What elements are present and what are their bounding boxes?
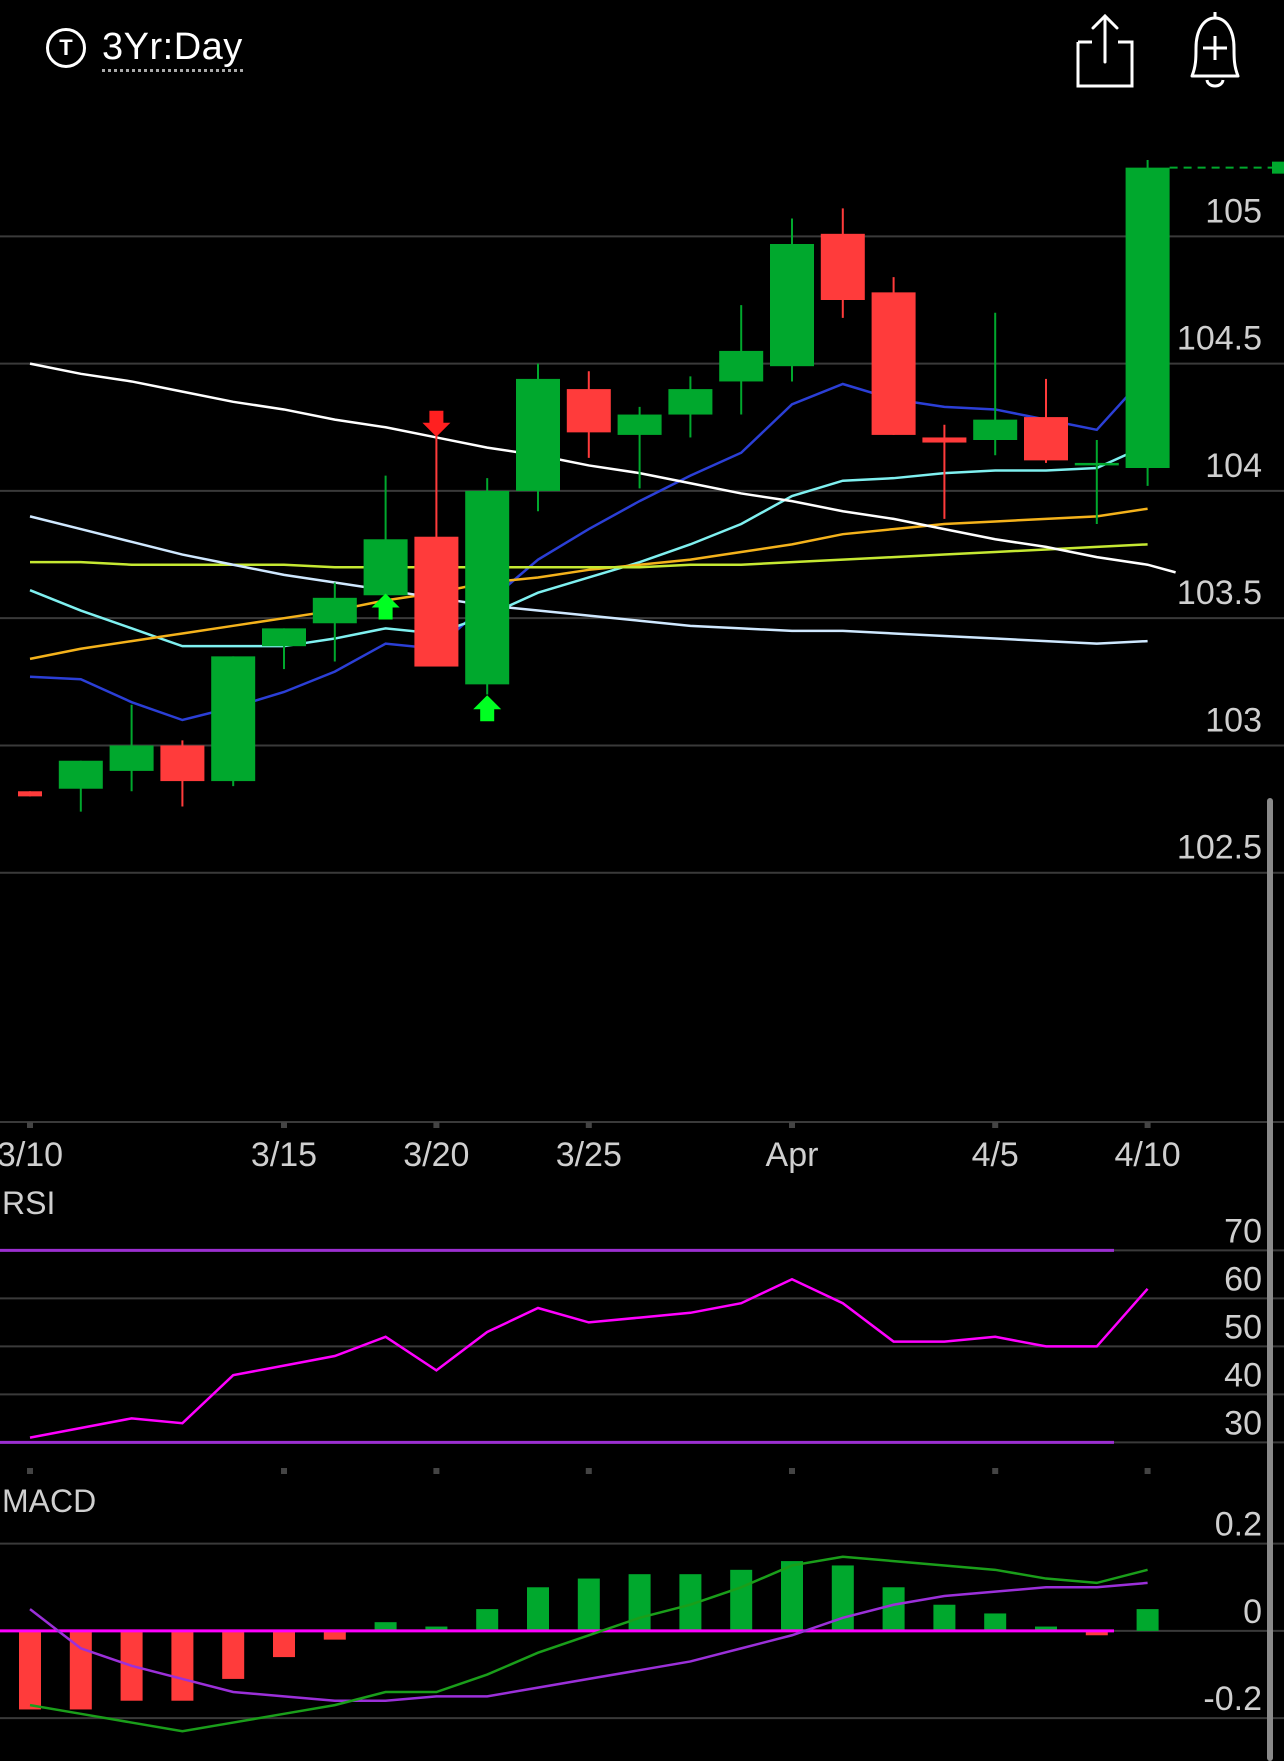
- moving-average-line: [30, 543, 1148, 569]
- macd-histogram-bar: [577, 1578, 600, 1631]
- macd-tick-label: 0: [1243, 1593, 1262, 1631]
- candle-body: [363, 539, 408, 596]
- candle-body: [211, 656, 256, 782]
- vertical-scrollbar[interactable]: [1267, 798, 1273, 1761]
- candle-body: [719, 350, 764, 382]
- rsi-tick-label: 70: [1224, 1212, 1262, 1250]
- x-axis-label: Apr: [766, 1136, 819, 1174]
- price-tick-label: 103: [1205, 701, 1262, 739]
- rsi-tick-label: 40: [1224, 1356, 1262, 1394]
- x-axis-tick: [992, 1122, 999, 1128]
- buy-signal-arrow: [371, 593, 400, 620]
- candle-body: [922, 437, 967, 443]
- chart-area[interactable]: 102.5 103 103.5 104 104.5 105 3/10 3/15 3/20 3/25…: [0, 0, 1284, 1761]
- x-axis-tick: [281, 1468, 287, 1474]
- candle-body: [770, 244, 814, 367]
- macd-histogram-bar: [628, 1574, 651, 1631]
- macd-histogram-bar: [1136, 1609, 1159, 1631]
- price-tick-label: 104: [1205, 447, 1262, 485]
- price-tick-label: 105: [1205, 192, 1262, 230]
- x-axis-tick: [27, 1122, 33, 1128]
- candle-body: [566, 389, 611, 433]
- rsi-tick-label: 50: [1224, 1308, 1262, 1346]
- candle-body: [820, 233, 865, 300]
- candle-body: [109, 745, 154, 771]
- candle-body: [160, 745, 205, 782]
- x-axis-label: 4/10: [1115, 1136, 1181, 1174]
- macd-tick-label: -0.2: [1203, 1680, 1262, 1718]
- x-axis-tick: [433, 1468, 440, 1474]
- candle-body: [1125, 167, 1170, 469]
- rsi-line: [29, 1277, 1149, 1439]
- sell-signal-arrow: [422, 410, 451, 437]
- macd-histogram-bar: [476, 1609, 499, 1631]
- x-axis-label: 4/5: [972, 1136, 1019, 1174]
- macd-histogram-bar: [730, 1569, 753, 1631]
- candle-body: [262, 628, 306, 647]
- x-axis-tick: [789, 1468, 795, 1474]
- candle-body: [516, 378, 560, 491]
- moving-average-line: [29, 507, 1148, 661]
- rsi-tick-label: 30: [1224, 1404, 1262, 1442]
- x-axis-tick: [992, 1468, 999, 1474]
- price-tick-label: 103.5: [1177, 574, 1262, 612]
- macd-histogram-bar: [984, 1613, 1007, 1631]
- x-axis-tick: [433, 1122, 440, 1128]
- macd-histogram-bar: [273, 1630, 295, 1658]
- x-axis-tick: [1144, 1468, 1151, 1474]
- macd-histogram-bar: [222, 1630, 245, 1679]
- candle-body: [1074, 462, 1119, 466]
- candle-body: [312, 597, 357, 624]
- macd-histogram-bar: [933, 1604, 956, 1631]
- rsi-title: RSI: [2, 1185, 55, 1221]
- last-price-marker: [1272, 161, 1284, 174]
- x-axis-tick: [27, 1468, 33, 1474]
- macd-histogram-bar: [527, 1587, 549, 1631]
- x-axis-tick: [1144, 1122, 1151, 1128]
- x-axis-label: 3/15: [251, 1136, 317, 1174]
- x-axis-tick: [585, 1468, 592, 1474]
- macd-histogram-bar: [882, 1587, 905, 1631]
- price-tick-label: 102.5: [1177, 829, 1262, 867]
- macd-histogram-bar: [19, 1630, 41, 1710]
- candle-body: [414, 536, 459, 667]
- x-axis-label: 3/20: [403, 1136, 469, 1174]
- price-tick-label: 104.5: [1177, 320, 1262, 358]
- macd-tick-label: 0.2: [1215, 1506, 1262, 1544]
- macd-title: MACD: [2, 1483, 96, 1519]
- candle-body: [973, 419, 1018, 440]
- x-axis-label: 3/10: [0, 1136, 63, 1174]
- candle-body: [668, 389, 713, 415]
- candle-body: [465, 490, 510, 685]
- x-axis-tick: [789, 1122, 795, 1128]
- x-axis-tick: [585, 1122, 592, 1128]
- candle-body: [18, 791, 42, 797]
- candle-body: [871, 292, 916, 435]
- candle-body: [1024, 417, 1068, 461]
- x-axis-tick: [281, 1122, 287, 1128]
- buy-signal-arrow: [473, 695, 502, 722]
- candle-body: [58, 760, 103, 789]
- macd-histogram-bar: [171, 1630, 194, 1701]
- rsi-tick-label: 60: [1224, 1260, 1262, 1298]
- candle-body: [617, 414, 662, 435]
- x-axis-label: 3/25: [556, 1136, 622, 1174]
- macd-histogram-bar: [781, 1561, 803, 1631]
